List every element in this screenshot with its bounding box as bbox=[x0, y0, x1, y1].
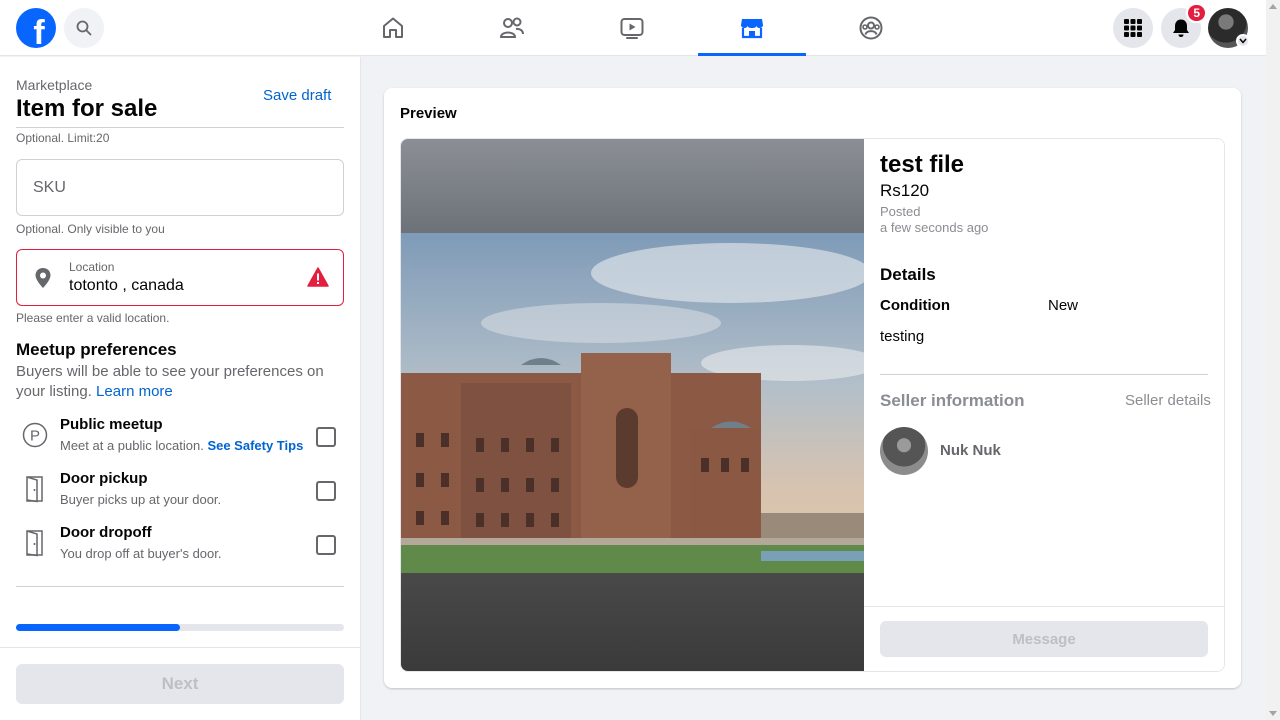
seller-avatar bbox=[880, 427, 928, 475]
progress-bar bbox=[16, 624, 344, 631]
notifications-button[interactable]: 5 bbox=[1161, 3, 1207, 48]
listing-photo bbox=[401, 233, 864, 573]
sku-placeholder: SKU bbox=[33, 179, 66, 196]
details-heading: Details bbox=[880, 265, 936, 284]
marketplace-store-icon bbox=[741, 19, 763, 39]
seller-details-link[interactable]: Seller details bbox=[1125, 392, 1211, 409]
door-pickup-option[interactable]: Door pickup Buyer picks up at your door. bbox=[16, 470, 344, 520]
item-title: test file bbox=[880, 151, 965, 178]
top-navigation-bar: f 5 bbox=[0, 0, 1266, 56]
posted-time: a few seconds ago bbox=[880, 220, 989, 235]
photo-area bbox=[401, 139, 864, 671]
divider bbox=[16, 127, 344, 128]
option-title: Door pickup bbox=[60, 470, 148, 487]
scroll-up-arrow-icon[interactable] bbox=[1269, 4, 1277, 9]
sku-field[interactable]: SKU bbox=[16, 159, 344, 216]
preview-heading: Preview bbox=[400, 105, 457, 122]
save-draft-button[interactable]: Save draft bbox=[263, 87, 331, 104]
learn-more-link[interactable]: Learn more bbox=[96, 383, 173, 400]
preview-card: Preview test file Rs120 Posted a few sec… bbox=[384, 88, 1241, 688]
facebook-logo[interactable]: f bbox=[16, 8, 56, 48]
door-dropoff-checkbox[interactable] bbox=[316, 535, 336, 555]
progress-fill bbox=[16, 624, 180, 631]
condition-value: New bbox=[1048, 297, 1079, 314]
svg-text:P: P bbox=[30, 428, 40, 445]
page-title: Item for sale bbox=[16, 95, 158, 122]
tab-groups[interactable] bbox=[817, 0, 925, 56]
item-description: testing bbox=[880, 328, 925, 345]
divider bbox=[0, 647, 361, 648]
tab-marketplace[interactable] bbox=[698, 0, 806, 56]
posted-info: Posted a few seconds ago bbox=[880, 204, 988, 236]
location-hint: Optional. Only visible to you bbox=[16, 222, 165, 236]
notification-badge: 5 bbox=[1186, 3, 1207, 23]
seller-information-heading: Seller information bbox=[880, 391, 1025, 410]
door-icon bbox=[22, 530, 48, 557]
breadcrumb[interactable]: Marketplace bbox=[16, 77, 92, 93]
divider bbox=[880, 374, 1208, 375]
menu-button[interactable] bbox=[1113, 8, 1153, 48]
video-play-icon bbox=[620, 18, 644, 39]
option-title: Public meetup bbox=[60, 416, 163, 433]
item-price: Rs120 bbox=[880, 181, 930, 200]
account-caret[interactable] bbox=[1236, 34, 1250, 48]
public-parking-icon: P bbox=[22, 422, 48, 448]
location-field[interactable]: Location totonto , canada bbox=[16, 249, 344, 306]
posted-label: Posted bbox=[880, 204, 921, 219]
chevron-down-icon bbox=[1239, 38, 1247, 44]
facebook-logo-letter: f bbox=[33, 14, 45, 48]
warning-icon bbox=[307, 267, 329, 292]
tab-friends[interactable] bbox=[458, 0, 566, 56]
divider bbox=[864, 606, 1224, 607]
next-button[interactable]: Next bbox=[16, 664, 344, 704]
door-dropoff-option[interactable]: Door dropoff You drop off at buyer's doo… bbox=[16, 524, 344, 574]
door-icon bbox=[22, 476, 48, 503]
option-subtitle: Meet at a public location. See Safety Ti… bbox=[60, 438, 303, 453]
listing-preview: test file Rs120 Posted a few seconds ago… bbox=[400, 138, 1225, 672]
friends-icon bbox=[499, 17, 524, 38]
listing-form-panel: Marketplace Item for sale Save draft Opt… bbox=[0, 57, 361, 720]
message-button[interactable]: Message bbox=[880, 621, 1208, 657]
location-value: totonto , canada bbox=[69, 277, 184, 294]
seller-name: Nuk Nuk bbox=[940, 442, 1001, 459]
public-meetup-checkbox[interactable] bbox=[316, 427, 336, 447]
option-title: Door dropoff bbox=[60, 524, 152, 541]
grid-menu-icon bbox=[1124, 19, 1142, 37]
search-icon bbox=[76, 20, 92, 36]
tab-watch[interactable] bbox=[578, 0, 686, 56]
option-subtitle-text: Meet at a public location. bbox=[60, 438, 204, 453]
divider bbox=[16, 586, 344, 587]
home-icon bbox=[383, 17, 403, 38]
door-pickup-checkbox[interactable] bbox=[316, 481, 336, 501]
safety-tips-link[interactable]: See Safety Tips bbox=[207, 438, 303, 453]
option-subtitle: Buyer picks up at your door. bbox=[60, 492, 222, 507]
map-pin-icon bbox=[33, 267, 53, 294]
search-button[interactable] bbox=[64, 8, 104, 48]
bell-icon bbox=[1173, 19, 1189, 37]
page-scrollbar[interactable] bbox=[1266, 0, 1280, 720]
scroll-down-arrow-icon[interactable] bbox=[1269, 711, 1277, 716]
sku-hint: Optional. Limit:20 bbox=[16, 131, 110, 145]
listing-info: test file Rs120 Posted a few seconds ago… bbox=[864, 139, 1224, 671]
condition-label: Condition bbox=[880, 297, 950, 314]
option-subtitle: You drop off at buyer's door. bbox=[60, 546, 222, 561]
location-label: Location bbox=[69, 260, 115, 274]
location-error-text: Please enter a valid location. bbox=[16, 311, 170, 325]
groups-icon bbox=[859, 16, 883, 40]
meetup-description: Buyers will be able to see your preferen… bbox=[16, 362, 336, 402]
public-meetup-option[interactable]: P Public meetup Meet at a public locatio… bbox=[16, 416, 344, 466]
meetup-preferences-heading: Meetup preferences bbox=[16, 340, 177, 359]
tab-home[interactable] bbox=[339, 0, 447, 56]
